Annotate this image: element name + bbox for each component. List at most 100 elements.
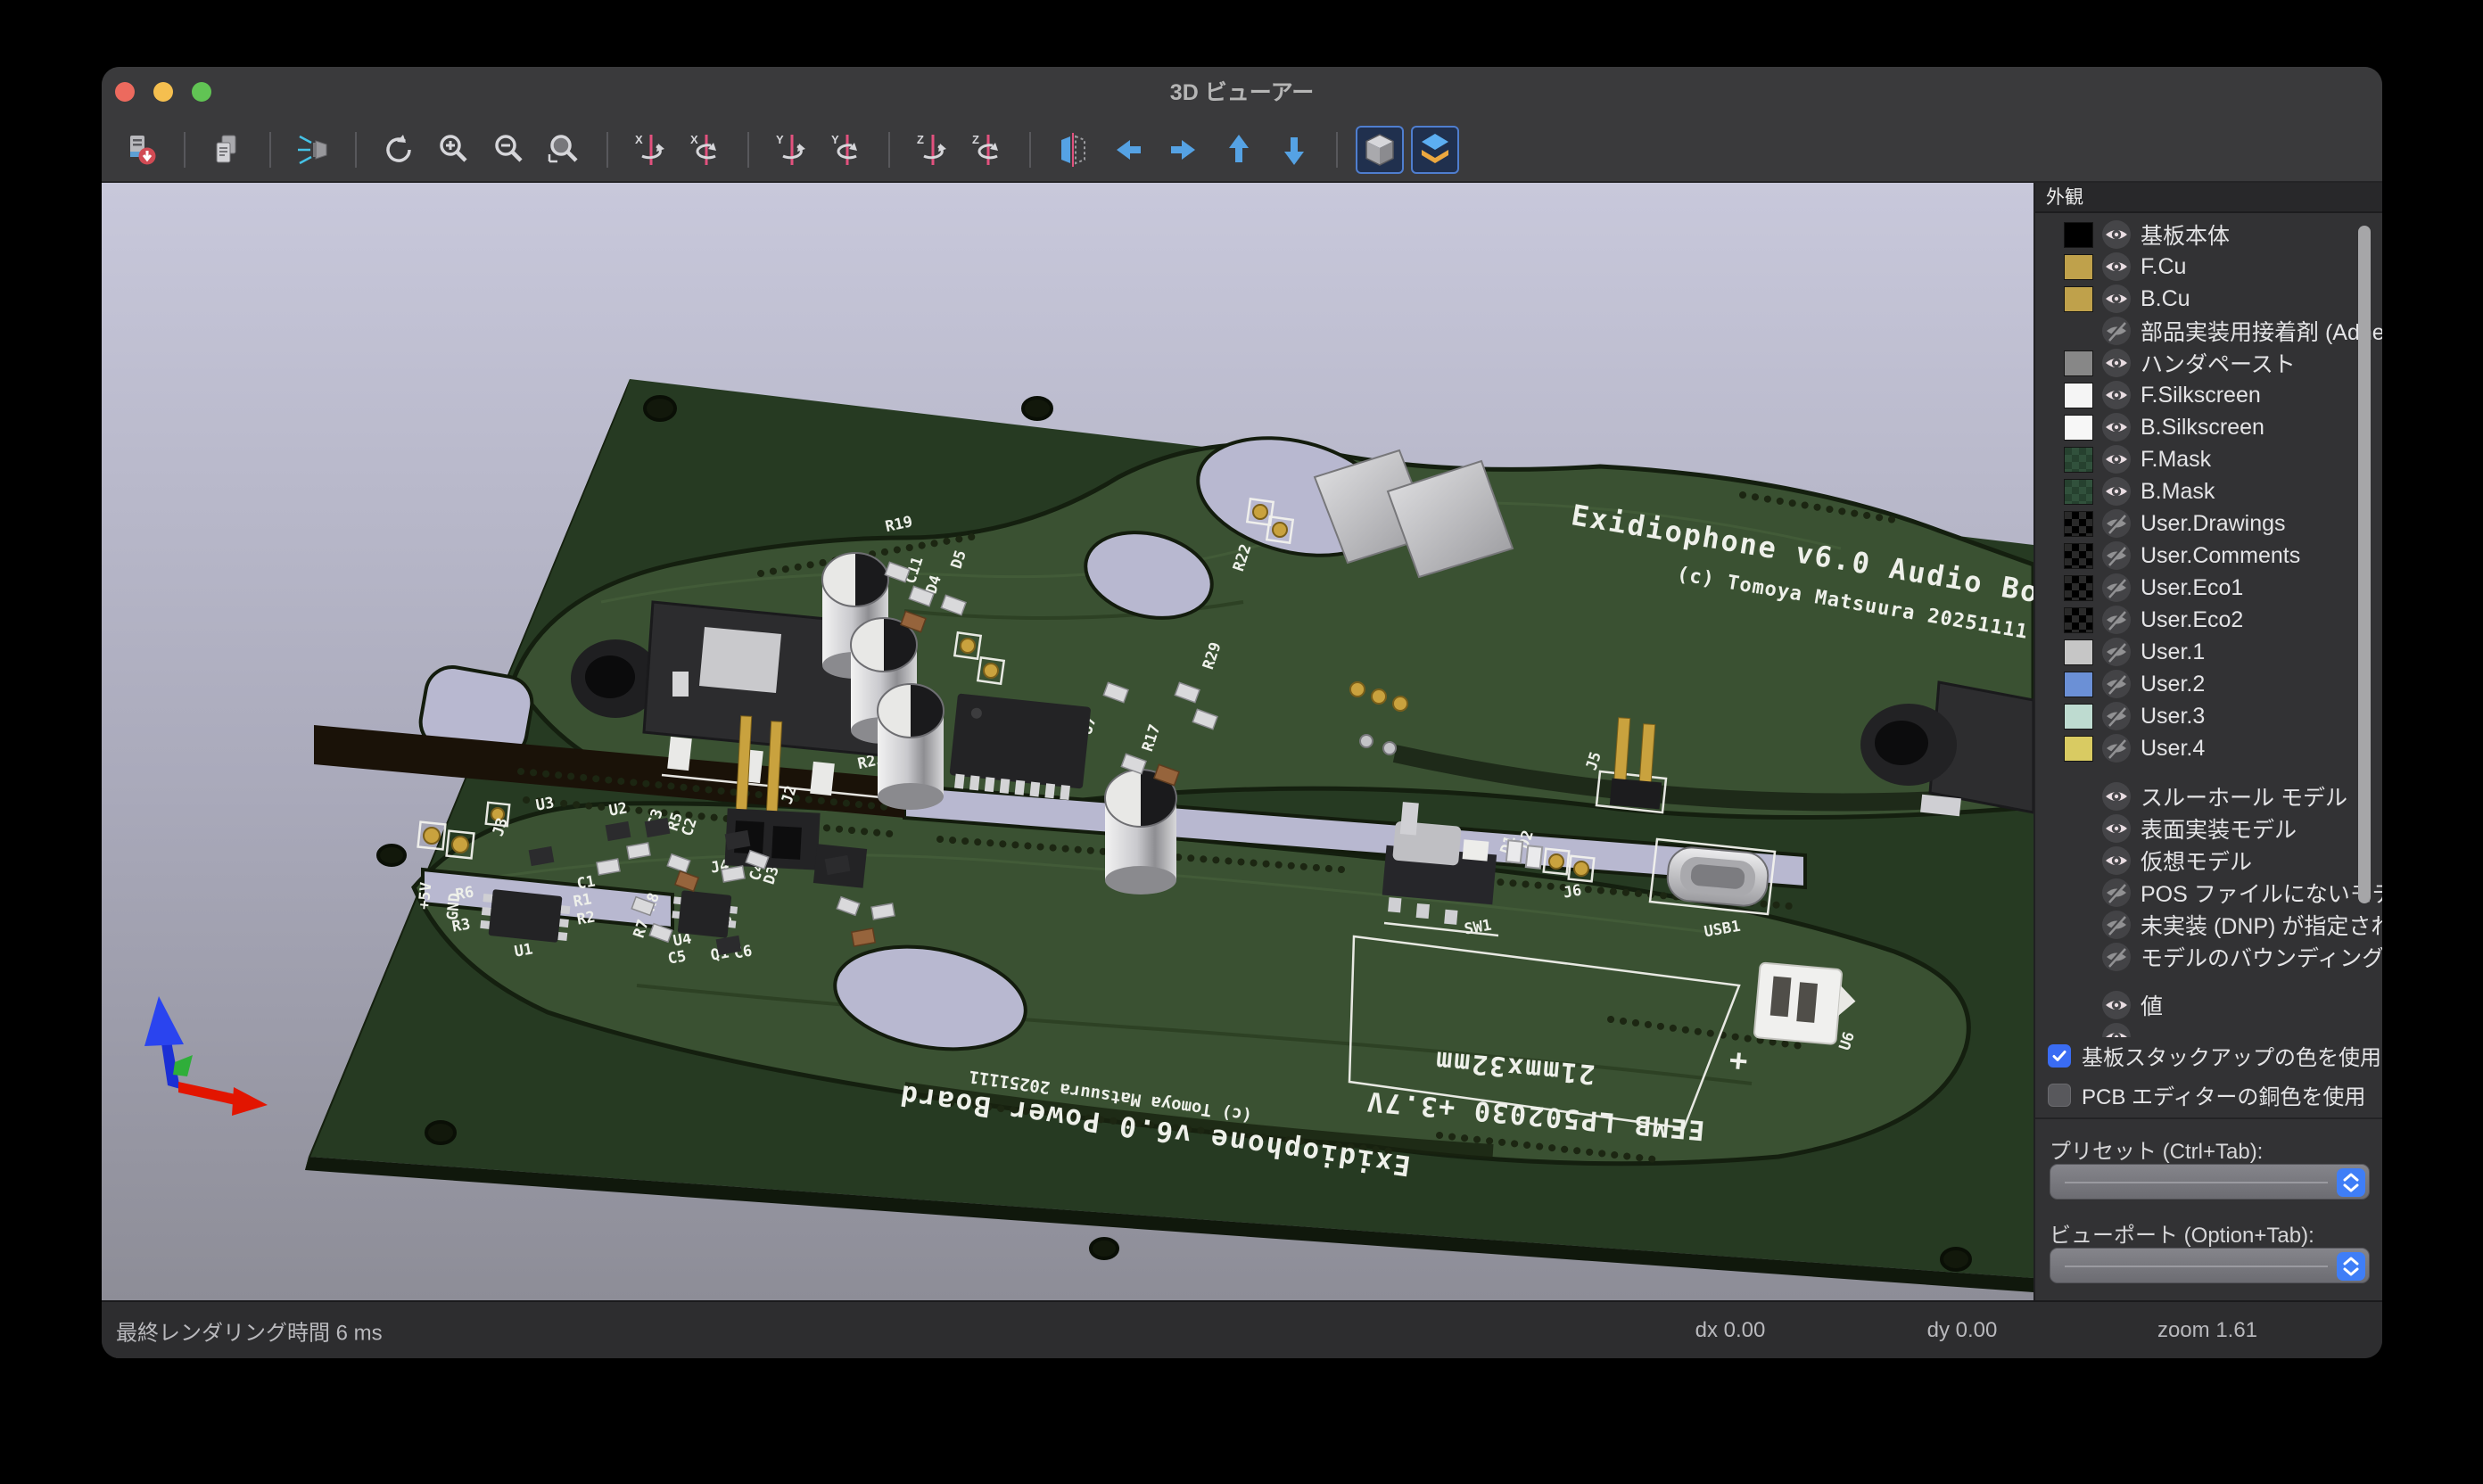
visibility-toggle[interactable] <box>2101 573 2132 603</box>
visibility-toggle[interactable] <box>2101 910 2132 940</box>
layer-color-swatch[interactable] <box>2064 575 2093 601</box>
visibility-toggle[interactable] <box>2101 733 2132 763</box>
copy-image-button[interactable] <box>203 126 252 174</box>
orthographic-projection-button[interactable] <box>1356 126 1404 174</box>
panel-scrollbar[interactable] <box>2358 226 2371 903</box>
layer-row--adhe[interactable]: 部品実装用接着剤 (Adhe <box>2035 315 2382 347</box>
preset-dropdown[interactable] <box>2050 1164 2370 1200</box>
layer-row--[interactable]: 基板本体 <box>2035 218 2382 251</box>
visibility-toggle[interactable] <box>2101 845 2132 876</box>
layer-row--[interactable]: スルーホール モデル <box>2035 780 2382 812</box>
layer-row-user.drawings[interactable]: User.Drawings <box>2035 507 2382 540</box>
move-left-button[interactable] <box>1104 126 1152 174</box>
layer-row-b.mask[interactable]: B.Mask <box>2035 475 2382 507</box>
layer-color-swatch[interactable] <box>2064 511 2093 537</box>
layer-row-f.silkscreen[interactable]: F.Silkscreen <box>2035 379 2382 411</box>
layer-row--[interactable]: 値 <box>2035 989 2382 1021</box>
layer-color-swatch[interactable] <box>2064 350 2093 376</box>
visibility-toggle[interactable] <box>2101 316 2132 346</box>
visibility-toggle[interactable] <box>2101 701 2132 731</box>
layer-row--[interactable]: 仮想モデル <box>2035 845 2382 877</box>
layer-row-f.cu[interactable]: F.Cu <box>2035 251 2382 283</box>
layer-row-user.eco1[interactable]: User.Eco1 <box>2035 572 2382 604</box>
layer-row-partial[interactable] <box>2035 1021 2382 1037</box>
layer-label: User.Drawings <box>2141 511 2286 537</box>
visibility-toggle[interactable] <box>2101 540 2132 571</box>
layer-color-swatch[interactable] <box>2064 607 2093 633</box>
move-right-button[interactable] <box>1159 126 1208 174</box>
appearance-panel-button[interactable] <box>1411 126 1459 174</box>
visibility-toggle[interactable] <box>2101 444 2132 474</box>
visibility-toggle[interactable] <box>2101 878 2132 908</box>
rotate-x-ccw-button[interactable]: X <box>626 126 674 174</box>
visibility-toggle[interactable] <box>2101 669 2132 699</box>
layer-row--[interactable]: 表面実装モデル <box>2035 812 2382 845</box>
layer-row--[interactable]: ハンダペースト <box>2035 347 2382 379</box>
stepper-icon[interactable] <box>2337 1168 2365 1197</box>
move-down-button[interactable] <box>1270 126 1318 174</box>
use-stackup-colors-row[interactable]: 基板スタックアップの色を使用 <box>2048 1040 2381 1071</box>
rotate-y-ccw-button[interactable]: Y <box>767 126 815 174</box>
visibility-toggle[interactable] <box>2101 637 2132 667</box>
layer-color-swatch[interactable] <box>2064 672 2093 697</box>
rotate-z-cw-button[interactable]: Z <box>963 126 1011 174</box>
layer-row--[interactable]: モデルのバウンディング <box>2035 941 2382 973</box>
visibility-toggle[interactable] <box>2101 942 2132 972</box>
rotate-z-ccw-button[interactable]: Z <box>908 126 956 174</box>
zoom-button[interactable] <box>192 82 211 102</box>
zoom-to-fit-button[interactable] <box>540 126 589 174</box>
layer-row--dnp-[interactable]: 未実装 (DNP) が指定され <box>2035 909 2382 941</box>
layer-row-user.3[interactable]: User.3 <box>2035 700 2382 732</box>
visibility-toggle[interactable] <box>2101 284 2132 314</box>
layer-color-swatch[interactable] <box>2064 415 2093 441</box>
stepper-icon[interactable] <box>2337 1252 2365 1281</box>
visibility-toggle[interactable] <box>2101 781 2132 812</box>
layer-color-swatch[interactable] <box>2064 222 2093 248</box>
render-current-view-button[interactable] <box>289 126 337 174</box>
minimize-button[interactable] <box>153 82 173 102</box>
visibility-toggle[interactable] <box>2101 219 2132 250</box>
layer-row-user.eco2[interactable]: User.Eco2 <box>2035 604 2382 636</box>
visibility-toggle[interactable] <box>2101 1022 2132 1037</box>
flip-board-button[interactable] <box>1049 126 1097 174</box>
layer-color-swatch[interactable] <box>2064 383 2093 408</box>
layer-row-b.silkscreen[interactable]: B.Silkscreen <box>2035 411 2382 443</box>
layer-color-swatch[interactable] <box>2064 479 2093 505</box>
visibility-toggle[interactable] <box>2101 476 2132 507</box>
use-pcb-editor-copper-row[interactable]: PCB エディターの銅色を使用 <box>2048 1079 2365 1110</box>
checkbox-stackup-colors[interactable] <box>2048 1044 2071 1068</box>
rotate-x-cw-button[interactable]: X <box>681 126 730 174</box>
rotate-y-cw-button[interactable]: Y <box>822 126 870 174</box>
zoom-in-button[interactable] <box>430 126 478 174</box>
reload-board-button[interactable] <box>118 126 166 174</box>
layer-row-b.cu[interactable]: B.Cu <box>2035 283 2382 315</box>
visibility-toggle[interactable] <box>2101 813 2132 844</box>
visibility-toggle[interactable] <box>2101 251 2132 282</box>
visibility-toggle[interactable] <box>2101 412 2132 442</box>
viewport-dropdown[interactable] <box>2050 1248 2370 1283</box>
layer-color-swatch[interactable] <box>2064 543 2093 569</box>
close-button[interactable] <box>115 82 135 102</box>
layer-color-swatch[interactable] <box>2064 254 2093 280</box>
visibility-toggle[interactable] <box>2101 605 2132 635</box>
layer-color-swatch[interactable] <box>2064 736 2093 762</box>
redraw-button[interactable] <box>375 126 423 174</box>
layer-row-f.mask[interactable]: F.Mask <box>2035 443 2382 475</box>
visibility-toggle[interactable] <box>2101 990 2132 1020</box>
layer-row-user.1[interactable]: User.1 <box>2035 636 2382 668</box>
move-up-button[interactable] <box>1215 126 1263 174</box>
visibility-toggle[interactable] <box>2101 380 2132 410</box>
layer-color-swatch[interactable] <box>2064 447 2093 473</box>
layer-row-pos-[interactable]: POS ファイルにないモデ <box>2035 877 2382 909</box>
layer-row-user.comments[interactable]: User.Comments <box>2035 540 2382 572</box>
visibility-toggle[interactable] <box>2101 508 2132 539</box>
layer-color-swatch[interactable] <box>2064 286 2093 312</box>
visibility-toggle[interactable] <box>2101 348 2132 378</box>
layer-color-swatch[interactable] <box>2064 704 2093 730</box>
checkbox-pcb-copper[interactable] <box>2048 1084 2071 1107</box>
zoom-out-button[interactable] <box>485 126 533 174</box>
3d-viewport[interactable]: Exidiophone v6.0 Audio Board (c) Tomoya … <box>102 183 2033 1300</box>
layer-row-user.2[interactable]: User.2 <box>2035 668 2382 700</box>
layer-row-user.4[interactable]: User.4 <box>2035 732 2382 764</box>
layer-color-swatch[interactable] <box>2064 639 2093 665</box>
